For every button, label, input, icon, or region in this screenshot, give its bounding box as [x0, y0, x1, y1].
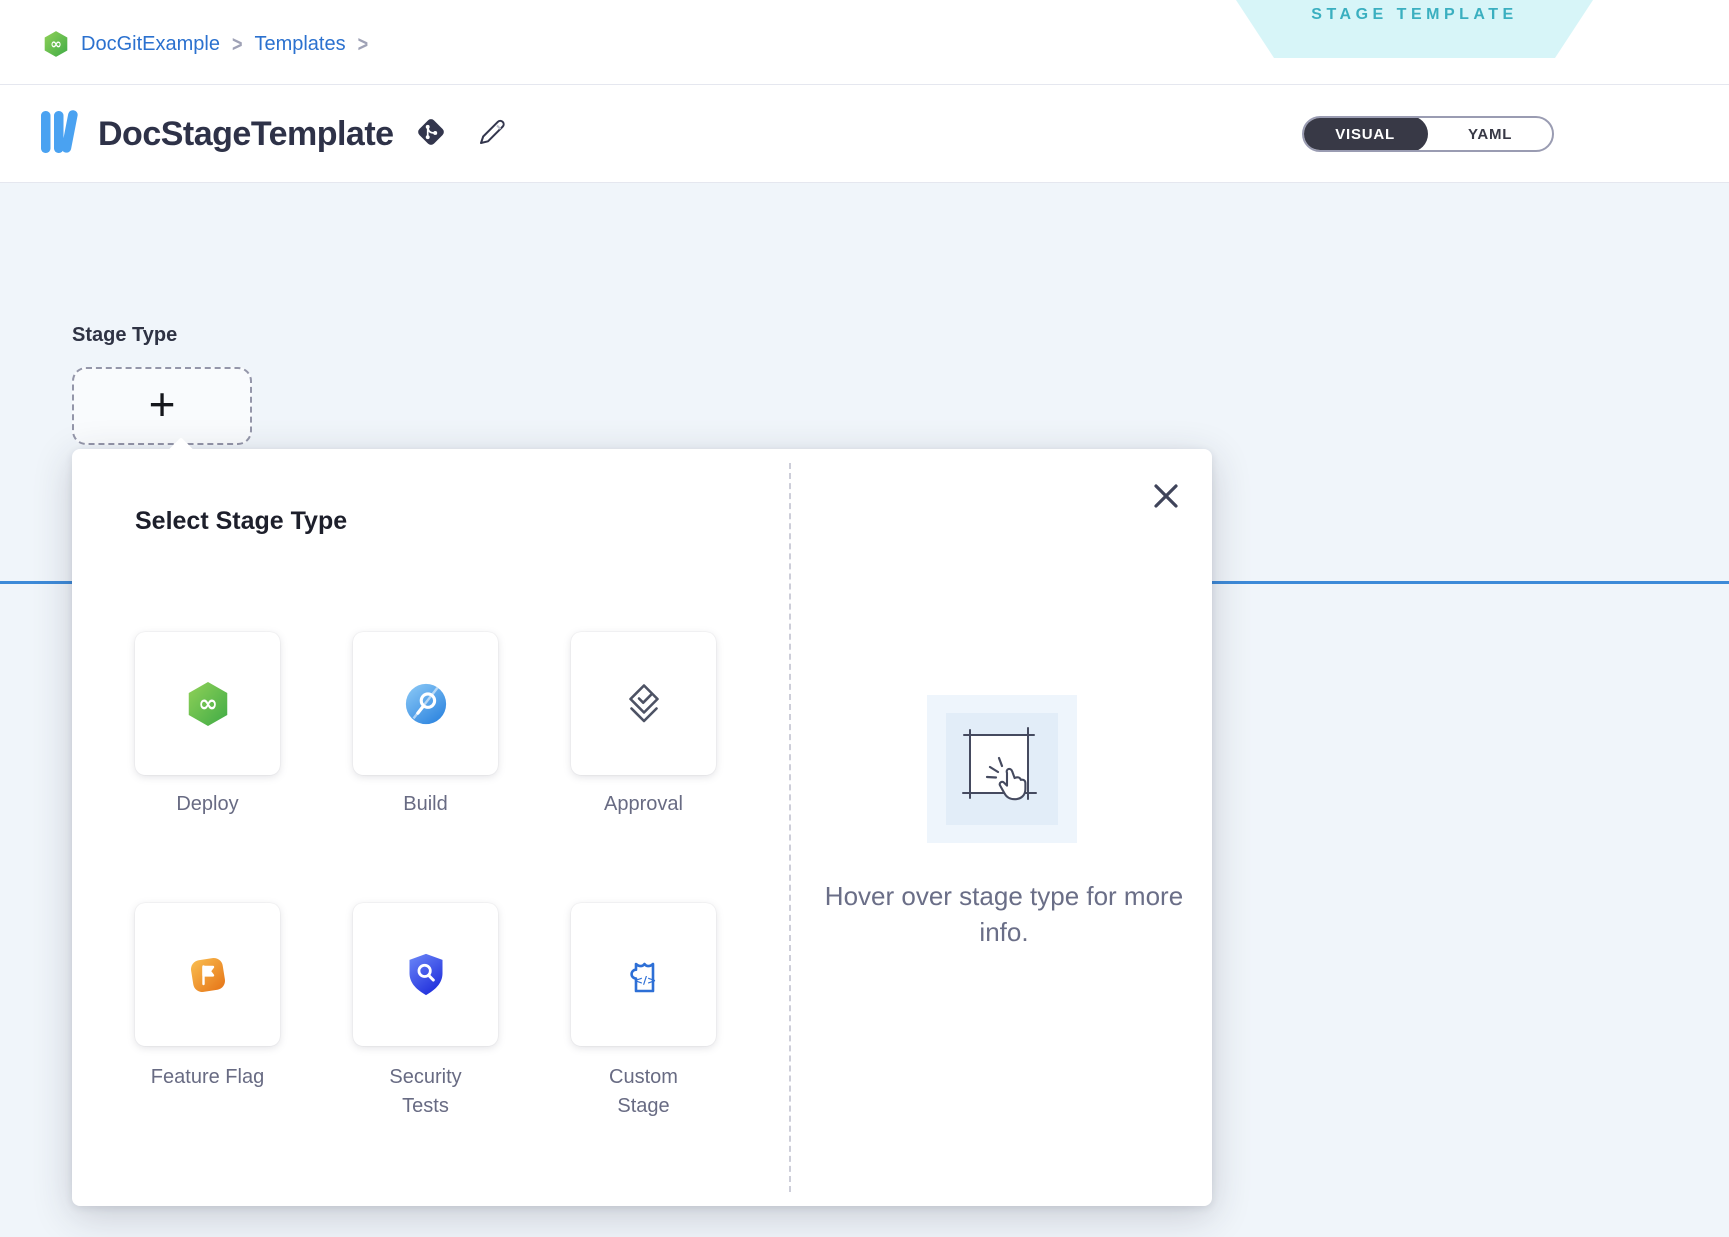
breadcrumb-bar: ∞ DocGitExample > Templates > STAGE TEMP…: [0, 0, 1729, 85]
breadcrumb: ∞ DocGitExample > Templates >: [43, 30, 368, 58]
deployment-hexagon-icon: ∞: [43, 30, 69, 58]
stage-type-card-deploy[interactable]: ∞: [135, 632, 280, 775]
stage-type-card-build[interactable]: [353, 632, 498, 775]
hover-info-text: Hover over stage type for more info.: [802, 878, 1206, 950]
custom-stage-icon: </>: [620, 951, 668, 999]
edit-pencil-icon[interactable]: [476, 116, 510, 153]
hover-hint-illustration: [927, 695, 1077, 843]
title-bar: DocStageTemplate: [0, 85, 1729, 183]
git-sync-icon: [416, 117, 446, 152]
modal-divider: [789, 463, 791, 1192]
stage-type-label-build: Build: [353, 790, 498, 819]
build-ci-icon: [403, 681, 449, 727]
breadcrumb-chevron-icon: >: [358, 31, 369, 57]
plus-icon: +: [149, 381, 176, 427]
view-mode-toggle: VISUAL YAML: [1302, 116, 1554, 152]
svg-text:∞: ∞: [50, 36, 62, 52]
stage-type-label-feature-flag: Feature Flag: [135, 1063, 280, 1092]
stage-type-label: Stage Type: [72, 324, 177, 347]
stage-type-label-security-tests: Security Tests: [353, 1063, 498, 1121]
stage-type-label-approval: Approval: [571, 790, 716, 819]
stage-type-card-custom-stage[interactable]: </>: [571, 903, 716, 1046]
stage-type-card-feature-flag[interactable]: [135, 903, 280, 1046]
add-stage-button[interactable]: +: [72, 367, 252, 445]
breadcrumb-templates-link[interactable]: Templates: [254, 33, 345, 56]
toggle-visual-button[interactable]: VISUAL: [1302, 116, 1428, 152]
modal-heading: Select Stage Type: [135, 507, 347, 536]
select-stage-type-modal: Select Stage Type ∞: [72, 449, 1212, 1206]
breadcrumb-project-link[interactable]: DocGitExample: [81, 33, 220, 56]
page-title: DocStageTemplate: [98, 115, 394, 154]
stage-template-badge-label: STAGE TEMPLATE: [1311, 6, 1517, 58]
approval-icon: [620, 680, 668, 728]
stage-type-label-custom-stage: Custom Stage: [571, 1063, 716, 1121]
stage-type-card-approval[interactable]: [571, 632, 716, 775]
template-library-icon: [40, 109, 80, 160]
stage-type-card-security-tests[interactable]: [353, 903, 498, 1046]
stage-template-badge: STAGE TEMPLATE: [1236, 0, 1593, 58]
deploy-cd-icon: ∞: [186, 680, 230, 728]
feature-flag-icon: [184, 951, 232, 999]
toggle-yaml-button[interactable]: YAML: [1428, 118, 1552, 150]
stage-template-page: Stage Type + ∞ DocGitExample > Templates…: [0, 0, 1729, 1237]
close-icon[interactable]: [1146, 476, 1186, 516]
stage-type-label-deploy: Deploy: [135, 790, 280, 819]
svg-text:∞: ∞: [198, 689, 218, 717]
security-tests-icon: [404, 951, 448, 999]
breadcrumb-chevron-icon: >: [232, 31, 243, 57]
svg-text:</>: </>: [633, 974, 655, 987]
